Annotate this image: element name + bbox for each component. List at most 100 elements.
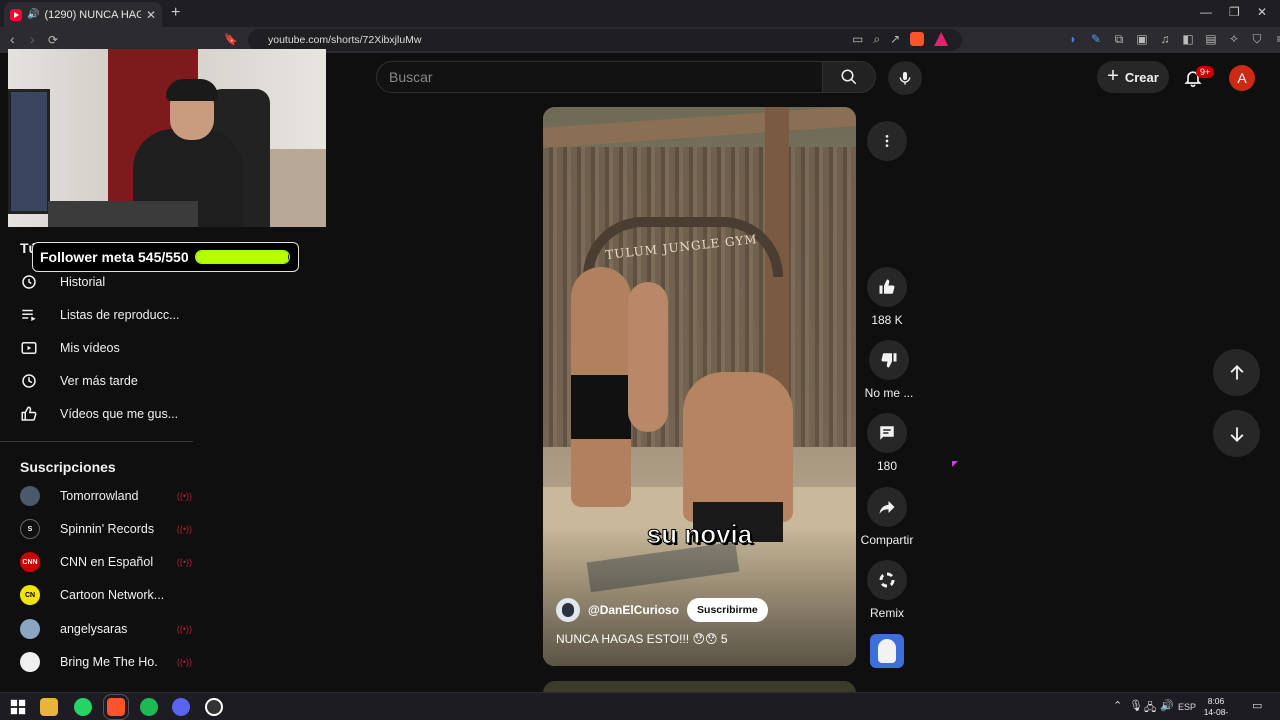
sidebar-item-label: Ver más tarde: [60, 374, 138, 388]
notifications-badge: 9+: [1196, 66, 1215, 78]
network-icon[interactable]: 🖧: [1144, 699, 1156, 718]
subscribe-button[interactable]: Suscribirme: [687, 598, 768, 622]
brave-rewards-icon[interactable]: [934, 32, 949, 46]
live-icon: ((•)): [176, 524, 192, 534]
extensions-icon[interactable]: ⧉: [1112, 32, 1126, 47]
next-short-button[interactable]: [1213, 410, 1260, 457]
subscription-cartoon-network[interactable]: CN Cartoon Network...: [20, 584, 192, 606]
close-window-button[interactable]: ✕: [1257, 5, 1267, 19]
comments-button[interactable]: 180: [862, 413, 912, 473]
brave-shields-icon[interactable]: [910, 32, 925, 46]
bookmark-icon[interactable]: 🔖: [224, 33, 238, 46]
share-button[interactable]: Compartir: [858, 487, 916, 547]
whatsapp-icon[interactable]: [74, 698, 92, 716]
minimize-button[interactable]: —: [1200, 5, 1212, 19]
subscription-angelysaras[interactable]: angelysaras ((•)): [20, 618, 192, 640]
audio-source-thumbnail[interactable]: [870, 634, 904, 668]
channel-avatar: [20, 486, 40, 506]
previous-short-button[interactable]: [1213, 349, 1260, 396]
sidebar-item-playlists[interactable]: Listas de reproducc...: [20, 305, 180, 325]
forward-icon[interactable]: ›: [30, 31, 35, 47]
sidebar-item-watch-later[interactable]: Ver más tarde: [20, 371, 138, 391]
voice-search-button[interactable]: [888, 61, 922, 95]
file-explorer-icon[interactable]: [40, 698, 58, 716]
obs-icon[interactable]: [205, 698, 223, 716]
dislike-label: No me ...: [864, 386, 914, 400]
channel-avatar[interactable]: [556, 598, 580, 622]
video-caption: su novia: [646, 519, 753, 550]
leo-icon[interactable]: ✧: [1227, 32, 1241, 47]
language-indicator[interactable]: ESP: [1178, 702, 1196, 712]
microphone-icon: [899, 72, 911, 85]
volume-icon[interactable]: 🔊: [1160, 699, 1174, 712]
remix-button[interactable]: Remix: [862, 560, 912, 620]
new-tab-button[interactable]: +: [171, 4, 180, 22]
microphone-tray-icon[interactable]: 🎙: [1129, 699, 1143, 712]
vpn-icon[interactable]: ⛉: [1250, 32, 1264, 47]
dislike-button[interactable]: No me ...: [862, 340, 916, 400]
back-icon[interactable]: ‹: [10, 31, 15, 47]
remix-icon: [879, 572, 895, 588]
clock[interactable]: 8:06 14-08-2025: [1196, 696, 1236, 720]
channel-row: @DanElCurioso Suscribirme: [556, 598, 768, 622]
webcam-overlay: [8, 49, 326, 227]
more-options-button[interactable]: [867, 121, 907, 161]
channel-name: Tomorrowland: [60, 489, 139, 503]
liked-videos-icon: [21, 406, 37, 421]
sidebar-item-liked-videos[interactable]: Vídeos que me gus...: [20, 404, 178, 424]
short-title[interactable]: NUNCA HAGAS ESTO!!! 😯😯 5: [556, 632, 728, 646]
watch-later-icon: [22, 374, 36, 388]
share-page-icon[interactable]: ↗: [890, 32, 900, 47]
streamer-hair: [166, 79, 218, 101]
sidebar-item-label: Mis vídeos: [60, 341, 120, 355]
follower-goal-label: Follower meta 545/550: [40, 249, 189, 265]
screenshot-icon[interactable]: ▣: [1135, 32, 1149, 47]
windows-start-icon[interactable]: [9, 698, 27, 716]
notifications-center-icon[interactable]: ▭: [1252, 699, 1262, 712]
sidebar-item-history[interactable]: Historial: [20, 272, 105, 292]
spotify-icon[interactable]: [140, 698, 158, 716]
clock-date: 14-08-2025: [1203, 707, 1229, 720]
create-button[interactable]: + Crear: [1097, 61, 1169, 93]
sidebar-item-label: Vídeos que me gus...: [60, 407, 179, 421]
subscription-cnn-espanol[interactable]: CNN CNN en Español ((•)): [20, 551, 192, 573]
woman: [628, 282, 668, 432]
menu-icon[interactable]: ≡: [1273, 32, 1280, 47]
arrow-up-icon: [1230, 364, 1243, 380]
audio-extension-icon[interactable]: ◗: [1066, 32, 1080, 47]
account-avatar[interactable]: A: [1229, 65, 1255, 91]
subscription-bring-me-the-horizon[interactable]: Bring Me The Ho... ((•)): [20, 651, 192, 673]
browser-tab[interactable]: 🔊 (1290) NUNCA HAGAS ESTO!!! ✕: [4, 2, 162, 27]
thumb-up-icon: [879, 279, 895, 294]
shorts-video-player[interactable]: TULUM JUNGLE GYM su novia @DanElCurioso …: [543, 107, 856, 666]
channel-avatar: [20, 652, 40, 672]
subscription-tomorrowland[interactable]: Tomorrowland ((•)): [20, 485, 192, 507]
reload-icon[interactable]: ⟳: [48, 33, 58, 47]
search-button[interactable]: [822, 61, 876, 93]
tab-close-icon[interactable]: ✕: [146, 8, 156, 22]
channel-handle[interactable]: @DanElCurioso: [588, 603, 679, 617]
follower-goal-bar: [194, 250, 290, 264]
search-input[interactable]: Buscar: [376, 61, 823, 93]
live-icon: ((•)): [176, 557, 192, 567]
url-actions: ▭ ⌕ ↗: [852, 32, 949, 47]
sidebar-divider: [0, 441, 193, 442]
zoom-icon[interactable]: ⌕: [873, 32, 880, 47]
sidebar-toggle-icon[interactable]: ◧: [1181, 32, 1195, 47]
wallet-icon[interactable]: ▤: [1204, 32, 1218, 47]
cast-icon[interactable]: ▭: [852, 32, 863, 47]
more-vert-icon: [885, 135, 889, 147]
sidebar-item-my-videos[interactable]: Mis vídeos: [20, 338, 120, 358]
windows-taskbar: ⌃ 🎙 🖧 🔊 ESP 8:06 14-08-2025 ▭: [0, 692, 1280, 720]
mouse-cursor-icon: [952, 461, 958, 467]
subscription-spinnin-records[interactable]: S Spinnin' Records ((•)): [20, 518, 192, 540]
restore-button[interactable]: ❐: [1229, 5, 1240, 19]
screen: 🔊 (1290) NUNCA HAGAS ESTO!!! ✕ + — ❐ ✕ ‹…: [0, 0, 1280, 720]
discord-icon[interactable]: [172, 698, 190, 716]
media-icon[interactable]: ♫: [1158, 32, 1172, 47]
translate-extension-icon[interactable]: ✎: [1089, 32, 1103, 47]
channel-avatar: CNN: [20, 552, 40, 572]
brave-browser-icon[interactable]: [103, 694, 129, 720]
tray-overflow-icon[interactable]: ⌃: [1113, 699, 1122, 712]
like-button[interactable]: 188 K: [862, 267, 912, 327]
